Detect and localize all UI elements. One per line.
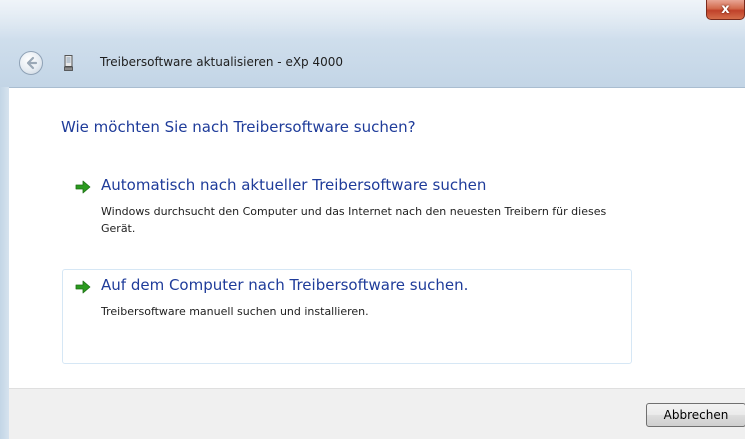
title-bar: x Treibersoftware aktualisieren - eXp 40…	[0, 0, 745, 88]
option-search-automatically[interactable]: Automatisch nach aktueller Treibersoftwa…	[62, 169, 632, 243]
option-title: Automatisch nach aktueller Treibersoftwa…	[101, 176, 487, 194]
cancel-button[interactable]: Abbrechen	[646, 403, 745, 427]
window-title: Treibersoftware aktualisieren - eXp 4000	[100, 55, 344, 69]
back-button[interactable]	[19, 51, 43, 75]
driver-update-dialog: x Treibersoftware aktualisieren - eXp 40…	[0, 0, 745, 439]
back-arrow-icon	[26, 56, 38, 70]
main-content: Wie möchten Sie nach Treibersoftware suc…	[9, 88, 745, 388]
close-icon: x	[721, 2, 730, 17]
title-bar-sheen	[0, 0, 745, 40]
green-arrow-icon	[75, 280, 91, 294]
green-arrow-icon	[75, 180, 91, 194]
option-description: Treibersoftware manuell suchen und insta…	[101, 305, 369, 318]
window-frame-left	[0, 87, 9, 439]
option-browse-computer[interactable]: Auf dem Computer nach Treibersoftware su…	[62, 269, 632, 364]
option-title: Auf dem Computer nach Treibersoftware su…	[101, 276, 469, 294]
dialog-footer: Abbrechen	[9, 388, 745, 439]
page-heading: Wie möchten Sie nach Treibersoftware suc…	[61, 118, 416, 136]
close-button[interactable]: x	[706, 0, 745, 20]
option-description: Windows durchsucht den Computer und das …	[101, 205, 607, 235]
device-icon	[64, 55, 73, 71]
